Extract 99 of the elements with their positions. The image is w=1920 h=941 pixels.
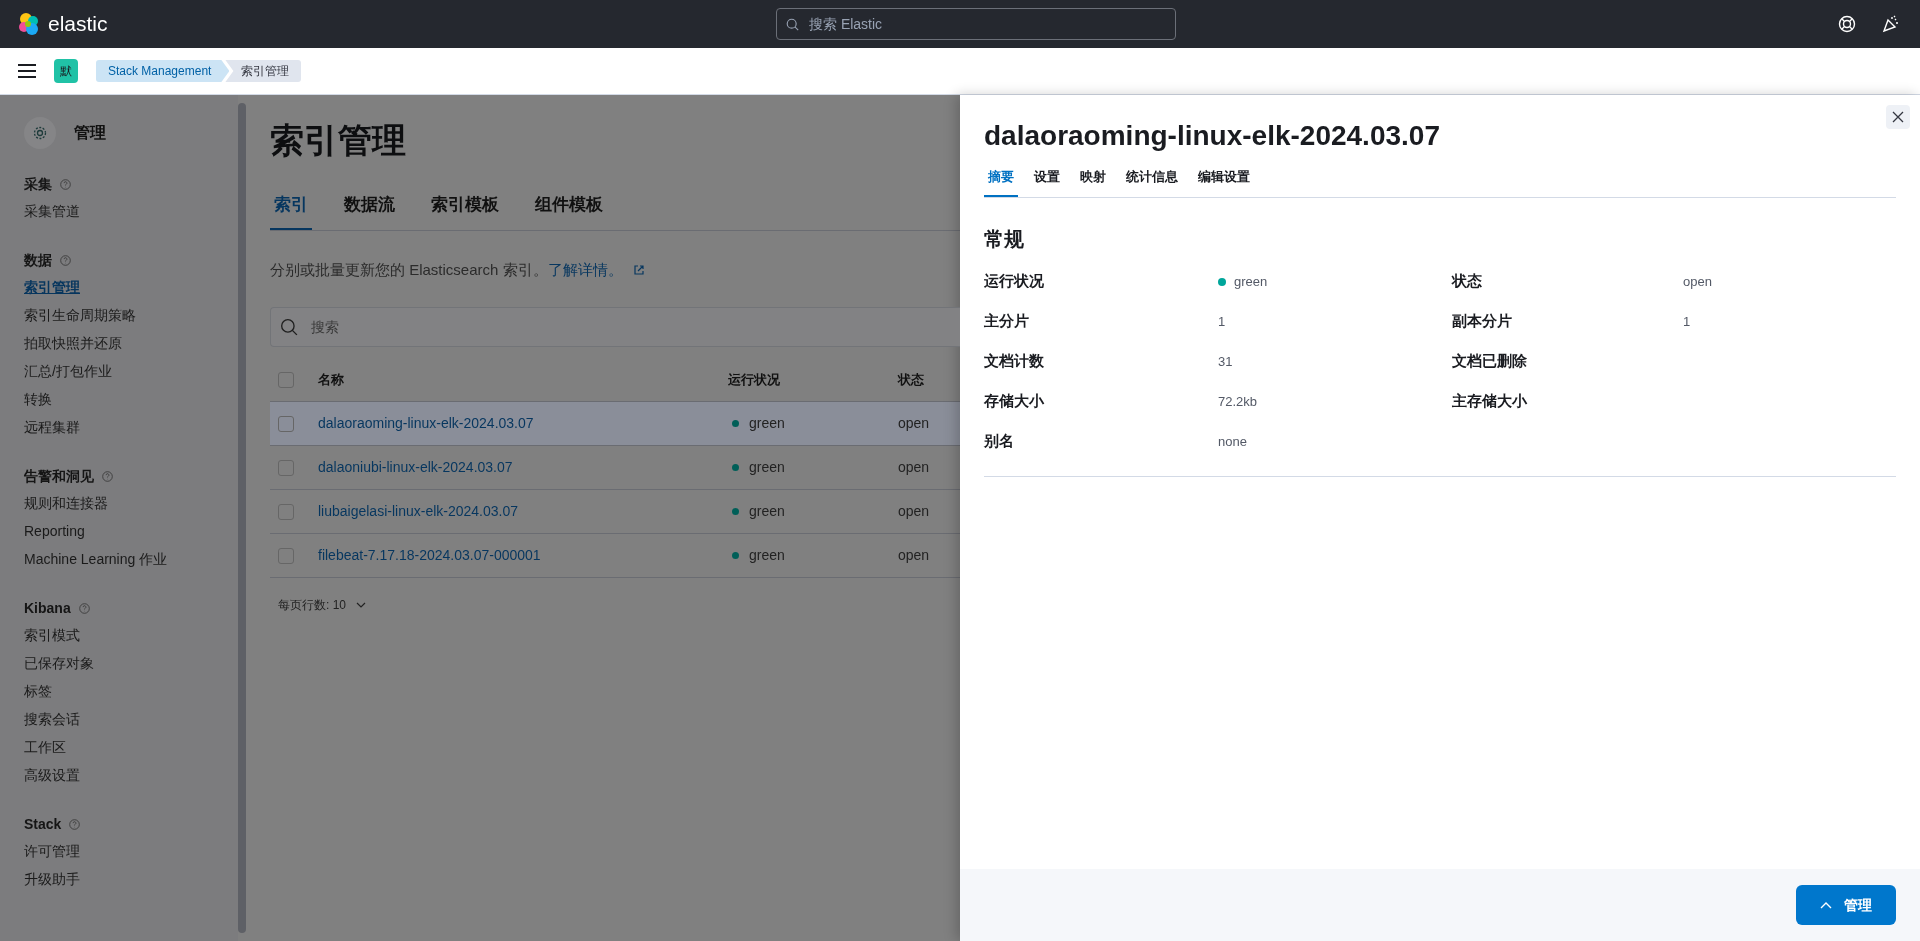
breadcrumb[interactable]: 索引管理 bbox=[225, 60, 302, 82]
sidebar-item[interactable]: 拍取快照并还原 bbox=[24, 332, 122, 354]
field-label: 主分片 bbox=[984, 311, 1029, 332]
field-value: 72.2kb bbox=[1218, 392, 1258, 411]
description-text: 分别或批量更新您的 Elasticsearch 索引。 bbox=[270, 259, 548, 280]
help-icon bbox=[60, 178, 71, 190]
column-header[interactable]: 状态 bbox=[898, 370, 924, 390]
checkbox[interactable] bbox=[278, 459, 294, 476]
sidebar-item[interactable]: 已保存对象 bbox=[24, 652, 94, 674]
breadcrumb[interactable]: Stack Management bbox=[96, 60, 230, 82]
sidebar-item[interactable]: 汇总/打包作业 bbox=[24, 360, 112, 382]
sidebar-item[interactable]: 索引模式 bbox=[24, 624, 80, 646]
index-name-link[interactable]: liubaigelasi-linux-elk-2024.03.07 bbox=[318, 501, 728, 522]
checkbox[interactable] bbox=[278, 415, 294, 432]
status-text: open bbox=[898, 458, 930, 477]
chevron-down-icon bbox=[356, 602, 366, 608]
field-label: 状态 bbox=[1452, 271, 1482, 292]
field-label: 别名 bbox=[984, 431, 1014, 452]
tab[interactable]: 索引 bbox=[270, 192, 312, 230]
flyout-title: dalaoraoming-linux-elk-2024.03.07 bbox=[984, 119, 1441, 153]
section-title: 常规 bbox=[984, 226, 1025, 252]
sidebar-item[interactable]: 索引管理 bbox=[24, 276, 80, 298]
sidebar-item[interactable]: 远程集群 bbox=[24, 416, 80, 438]
sidebar-item[interactable]: 高级设置 bbox=[24, 764, 80, 786]
learn-more-link[interactable]: 了解详情。 bbox=[547, 258, 623, 281]
help-icon bbox=[102, 470, 113, 482]
close-icon bbox=[1892, 111, 1904, 123]
field-value: open bbox=[1683, 272, 1712, 291]
search-field[interactable]: 搜索 bbox=[270, 307, 960, 347]
index-name-link[interactable]: dalaoniubi-linux-elk-2024.03.07 bbox=[318, 457, 728, 478]
tab[interactable]: 组件模板 bbox=[531, 192, 607, 230]
tab[interactable]: 映射 bbox=[1076, 167, 1110, 197]
sidebar-item[interactable]: Reporting bbox=[24, 520, 85, 542]
sidebar-item[interactable]: Machine Learning 作业 bbox=[24, 548, 168, 570]
search-icon bbox=[786, 18, 799, 31]
search-icon bbox=[280, 318, 298, 336]
field-value: green bbox=[1234, 272, 1268, 291]
health-text: green bbox=[749, 458, 785, 477]
column-header[interactable]: 运行状况 bbox=[728, 370, 898, 390]
field-label: 文档已删除 bbox=[1452, 351, 1527, 372]
help-icon bbox=[60, 254, 71, 266]
sidebar-item[interactable]: 转换 bbox=[24, 388, 52, 410]
column-header[interactable]: 名称 bbox=[318, 370, 728, 390]
field-value: none bbox=[1218, 432, 1247, 451]
manage-button[interactable]: 管理 bbox=[1796, 885, 1896, 925]
sidebar-item[interactable]: 索引生命周期策略 bbox=[24, 304, 136, 326]
status-text: open bbox=[898, 546, 930, 565]
field-label: 主存储大小 bbox=[1452, 391, 1527, 412]
sidebar-section-title: 数据 bbox=[24, 250, 52, 270]
index-name-link[interactable]: dalaoraoming-linux-elk-2024.03.07 bbox=[318, 413, 728, 434]
tab[interactable]: 编辑设置 bbox=[1194, 167, 1254, 197]
tab[interactable]: 摘要 bbox=[984, 167, 1018, 197]
field-value: 1 bbox=[1683, 312, 1691, 331]
health-text: green bbox=[749, 546, 785, 565]
help-icon bbox=[69, 818, 81, 830]
field-label: 文档计数 bbox=[984, 351, 1044, 372]
sidebar-item[interactable]: 许可管理 bbox=[24, 840, 80, 862]
field-label: 存储大小 bbox=[984, 391, 1044, 412]
help-icon[interactable] bbox=[1838, 15, 1856, 33]
sidebar-item[interactable]: 升级助手 bbox=[24, 868, 80, 890]
external-link-icon bbox=[632, 263, 645, 276]
chevron-up-icon bbox=[1820, 901, 1832, 909]
tab[interactable]: 数据流 bbox=[340, 192, 399, 230]
sidebar-item[interactable]: 工作区 bbox=[24, 736, 66, 758]
scrollbar[interactable] bbox=[238, 103, 246, 933]
logo-text: elastic bbox=[48, 11, 108, 38]
health-text: green bbox=[749, 414, 785, 433]
rows-per-page-button[interactable]: 每页行数: 10 bbox=[278, 596, 366, 614]
party-popper-icon[interactable] bbox=[1882, 15, 1900, 33]
menu-icon[interactable] bbox=[18, 64, 36, 78]
space-badge[interactable]: 默 bbox=[54, 59, 78, 83]
sidebar-section-title: Kibana bbox=[24, 598, 71, 618]
sidebar-item[interactable]: 标签 bbox=[24, 680, 52, 702]
checkbox[interactable] bbox=[278, 503, 294, 520]
sidebar-section-title: 采集 bbox=[24, 174, 52, 194]
sidebar-item[interactable]: 搜索会话 bbox=[24, 708, 80, 730]
sidebar-section-title: Stack bbox=[24, 814, 62, 834]
health-text: green bbox=[749, 502, 785, 521]
tab[interactable]: 索引模板 bbox=[427, 192, 503, 230]
tab[interactable]: 统计信息 bbox=[1122, 167, 1182, 197]
checkbox[interactable] bbox=[278, 547, 294, 564]
close-button[interactable] bbox=[1886, 105, 1910, 129]
help-icon bbox=[78, 602, 90, 614]
status-text: open bbox=[898, 502, 930, 521]
search-field[interactable]: 搜索 Elastic bbox=[776, 8, 1176, 40]
sidebar-title: 管理 bbox=[74, 123, 106, 143]
sidebar-section-title: 告警和洞见 bbox=[24, 466, 94, 486]
table-row[interactable]: dalaoraoming-linux-elk-2024.03.07 green open bbox=[270, 402, 960, 446]
sidebar-item[interactable]: 规则和连接器 bbox=[24, 492, 108, 514]
tab[interactable]: 设置 bbox=[1030, 167, 1064, 197]
sidebar-item[interactable]: 采集管道 bbox=[24, 200, 80, 222]
index-name-link[interactable]: filebeat-7.17.18-2024.03.07-000001 bbox=[318, 545, 728, 566]
status-text: open bbox=[898, 414, 930, 433]
field-value: 31 bbox=[1218, 352, 1233, 371]
page-title: 索引管理 bbox=[270, 120, 407, 161]
field-label: 运行状况 bbox=[984, 271, 1044, 292]
field-label: 副本分片 bbox=[1452, 311, 1512, 332]
field-value: 1 bbox=[1218, 312, 1226, 331]
checkbox[interactable] bbox=[278, 372, 294, 388]
